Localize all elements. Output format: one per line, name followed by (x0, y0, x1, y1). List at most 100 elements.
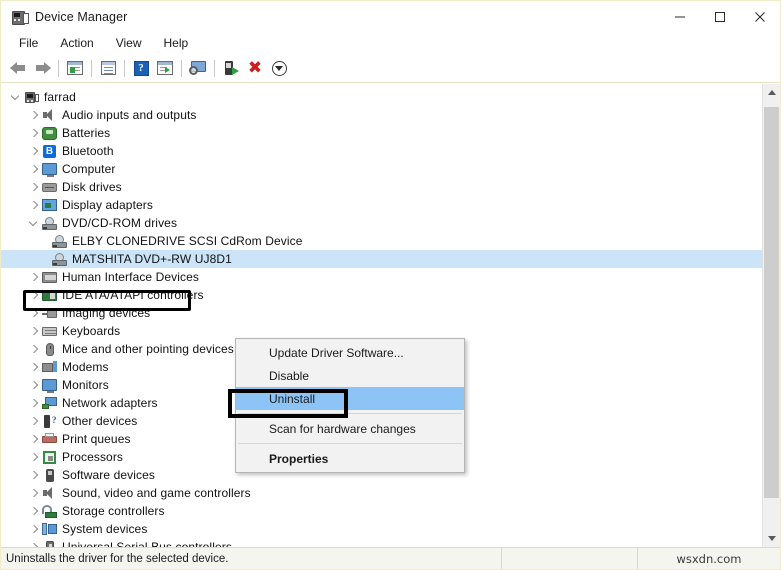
context-menu[interactable]: Update Driver Software... Disable Uninst… (228, 338, 465, 473)
expander-hid[interactable] (25, 273, 41, 282)
vertical-scrollbar[interactable] (762, 84, 780, 547)
tree-row-audio[interactable]: Audio inputs and outputs (1, 106, 762, 124)
tree-label-system-devices: System devices (62, 522, 148, 536)
uninstall-button[interactable]: ✖ (243, 56, 267, 80)
system-device-icon (41, 523, 58, 535)
forward-button[interactable] (30, 56, 54, 80)
tree-row-disk-drives[interactable]: Disk drives (1, 178, 762, 196)
tree-label-sound-video-game: Sound, video and game controllers (62, 486, 251, 500)
help-button[interactable]: ? (129, 56, 153, 80)
tree-row-display-adapters[interactable]: Display adapters (1, 196, 762, 214)
back-button[interactable] (6, 56, 30, 80)
console-tree-button[interactable] (63, 56, 87, 80)
expander-sound-video-game[interactable] (25, 489, 41, 498)
expander-disk-drives[interactable] (25, 183, 41, 192)
expander-system-devices[interactable] (25, 525, 41, 534)
tree-row-hid[interactable]: Human Interface Devices (1, 268, 762, 286)
device-tree[interactable]: farrad Audio inputs and outputs Batterie… (1, 84, 762, 547)
scan-hardware-button[interactable] (186, 56, 210, 80)
tree-label-processors: Processors (62, 450, 124, 464)
content-area: farrad Audio inputs and outputs Batterie… (1, 83, 780, 547)
tree-label-audio: Audio inputs and outputs (62, 108, 197, 122)
tree-row-matshita[interactable]: MATSHITA DVD+-RW UJ8D1 (1, 250, 762, 268)
uninstall-icon: ✖ (247, 57, 263, 78)
tree-row-computer[interactable]: Computer (1, 160, 762, 178)
tree-label-modems: Modems (62, 360, 109, 374)
expander-print-queues[interactable] (25, 435, 41, 444)
scan-for-hardware-changes-icon (189, 60, 207, 76)
expander-usb-controllers[interactable] (25, 543, 41, 548)
menu-file[interactable]: File (8, 34, 49, 52)
minimize-button[interactable] (660, 1, 700, 32)
disable-button[interactable] (267, 56, 291, 80)
scroll-up-button[interactable] (763, 84, 780, 101)
update-driver-button[interactable] (219, 56, 243, 80)
device-manager-window: Device Manager File Action View Help ? ✖… (0, 0, 781, 570)
tree-row-bluetooth[interactable]: B Bluetooth (1, 142, 762, 160)
expander-mice[interactable] (25, 345, 41, 354)
window-title: Device Manager (35, 9, 128, 24)
expander-ide[interactable] (25, 291, 41, 300)
tree-row-dvd-cdrom[interactable]: DVD/CD-ROM drives (1, 214, 762, 232)
window-controls (660, 1, 780, 32)
expander-network-adapters[interactable] (25, 399, 41, 408)
expander-batteries[interactable] (25, 129, 41, 138)
scrollbar-track[interactable] (763, 101, 780, 530)
menu-action[interactable]: Action (49, 34, 104, 52)
tree-label-dvd-cdrom: DVD/CD-ROM drives (62, 216, 178, 230)
expander-root[interactable] (7, 93, 23, 102)
scrollbar-thumb[interactable] (764, 107, 779, 498)
expander-processors[interactable] (25, 453, 41, 462)
tree-row-system-devices[interactable]: System devices (1, 520, 762, 538)
expander-monitors[interactable] (25, 381, 41, 390)
expander-keyboards[interactable] (25, 327, 41, 336)
tree-row-usb-controllers[interactable]: Universal Serial Bus controllers (1, 538, 762, 547)
hid-icon (41, 271, 58, 283)
status-bar: Uninstalls the driver for the selected d… (1, 547, 780, 569)
scroll-down-button[interactable] (763, 530, 780, 547)
tree-row-ide[interactable]: IDE ATA/ATAPI controllers (1, 286, 762, 304)
expander-display-adapters[interactable] (25, 201, 41, 210)
menu-help[interactable]: Help (153, 34, 200, 52)
view-button[interactable] (153, 56, 177, 80)
dvd-drive-icon (51, 252, 68, 266)
expander-bluetooth[interactable] (25, 147, 41, 156)
expander-other-devices[interactable] (25, 417, 41, 426)
context-menu-item-uninstall[interactable]: Uninstall (236, 387, 464, 410)
context-menu-item-properties[interactable]: Properties (236, 447, 464, 470)
expander-imaging[interactable] (25, 309, 41, 318)
context-menu-item-disable[interactable]: Disable (236, 364, 464, 387)
context-menu-separator (238, 443, 462, 444)
expander-storage-controllers[interactable] (25, 507, 41, 516)
tree-row-batteries[interactable]: Batteries (1, 124, 762, 142)
tree-label-network-adapters: Network adapters (62, 396, 158, 410)
expander-software-devices[interactable] (25, 471, 41, 480)
toolbar-separator (214, 59, 215, 77)
monitor-icon (41, 379, 58, 393)
expander-dvd-cdrom[interactable] (25, 219, 41, 228)
watermark: wsxdn.com (637, 548, 780, 569)
properties-button[interactable] (96, 56, 120, 80)
toolbar: ? ✖ (1, 54, 780, 83)
tree-row-elby-clonedrive[interactable]: ELBY CLONEDRIVE SCSI CdRom Device (1, 232, 762, 250)
storage-controller-icon (41, 504, 58, 518)
tree-row-storage-controllers[interactable]: Storage controllers (1, 502, 762, 520)
expander-modems[interactable] (25, 363, 41, 372)
context-menu-item-scan-hardware[interactable]: Scan for hardware changes (236, 417, 464, 440)
disk-icon (41, 182, 58, 192)
expander-audio[interactable] (25, 111, 41, 120)
expander-computer[interactable] (25, 165, 41, 174)
maximize-button[interactable] (700, 1, 740, 32)
tree-row-sound-video-game[interactable]: Sound, video and game controllers (1, 484, 762, 502)
chevron-up-icon (767, 90, 776, 95)
close-button[interactable] (740, 1, 780, 32)
mouse-icon (41, 342, 58, 356)
tree-label-batteries: Batteries (62, 126, 111, 140)
show-hide-console-tree-icon (67, 61, 83, 75)
chevron-down-icon (767, 536, 776, 541)
tree-row-imaging[interactable]: Imaging devices (1, 304, 762, 322)
context-menu-item-update-driver[interactable]: Update Driver Software... (236, 341, 464, 364)
tree-row-root[interactable]: farrad (1, 88, 762, 106)
menu-view[interactable]: View (105, 34, 153, 52)
tree-label-hid: Human Interface Devices (62, 270, 200, 284)
